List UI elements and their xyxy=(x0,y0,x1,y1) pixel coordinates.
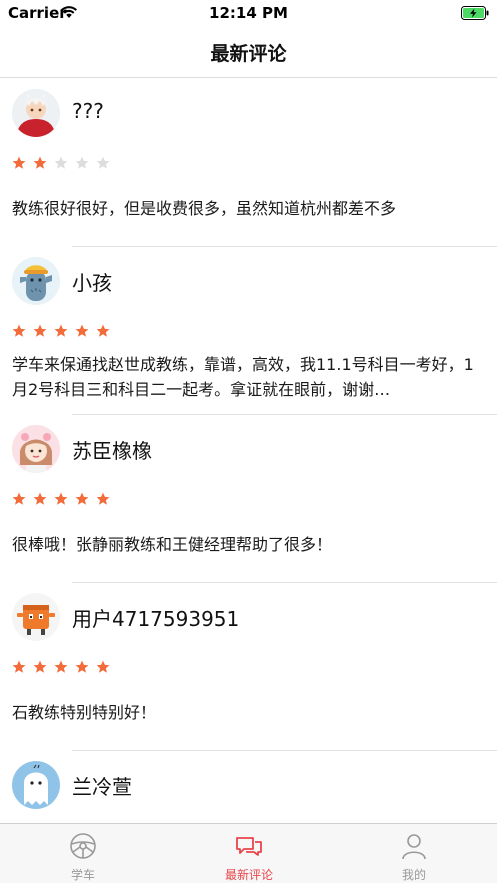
star-filled-icon xyxy=(12,155,26,169)
review-username[interactable]: 小孩 xyxy=(72,267,112,296)
review-item[interactable]: 兰冷萱 xyxy=(0,751,497,823)
review-comment: 学车来保通找赵世成教练，靠谱，高效，我11.1号科目一考好，1月2号科目三和科目… xyxy=(12,352,487,402)
star-filled-icon xyxy=(12,491,26,505)
red-character-avatar[interactable] xyxy=(12,89,60,137)
star-filled-icon xyxy=(75,491,89,505)
star-rating xyxy=(12,323,117,339)
star-empty-icon xyxy=(75,155,89,169)
star-filled-icon xyxy=(75,659,89,673)
review-comment: 石教练特别特别好！ xyxy=(12,703,157,722)
review-comment: 教练很好很好，但是收费很多，虽然知道杭州都差不多 xyxy=(12,199,397,218)
star-filled-icon xyxy=(33,155,47,169)
review-item[interactable]: ??? 教练很好很好，但是收费很多，虽然知道杭州都差不多 xyxy=(0,79,497,247)
review-item[interactable]: 小孩 学车来保通找赵世成教练，靠谱，高效，我11.1号科目一考好，1月2号科目三… xyxy=(0,247,497,415)
review-item[interactable]: 苏臣橡橡 很棒哦！张静丽教练和王健经理帮助了很多！ xyxy=(0,415,497,583)
review-comment: 很棒哦！张静丽教练和王健经理帮助了很多！ xyxy=(12,535,333,554)
review-comment-text: 学车来保通找赵世成教练，靠谱，高效，我11.1号科目一考好，1月2号科目三和科目… xyxy=(12,355,474,399)
review-username[interactable]: 用户4717593951 xyxy=(72,603,239,632)
navigation-bar: 最新评论 xyxy=(0,26,497,78)
review-item[interactable]: 用户4717593951 石教练特别特别好！ xyxy=(0,583,497,751)
review-username[interactable]: 苏臣橡橡 xyxy=(72,435,152,464)
review-username[interactable]: ??? xyxy=(72,99,104,123)
tab-label: 学车 xyxy=(70,868,95,882)
star-filled-icon xyxy=(96,323,110,337)
tab-label: 我的 xyxy=(401,868,426,882)
ghost-avatar[interactable] xyxy=(12,761,60,809)
star-filled-icon xyxy=(96,491,110,505)
star-rating xyxy=(12,659,117,675)
tab-learn-driving[interactable]: 学车 xyxy=(0,824,166,883)
star-filled-icon xyxy=(75,323,89,337)
star-filled-icon xyxy=(54,323,68,337)
steering-wheel-icon xyxy=(69,832,97,860)
star-rating xyxy=(12,491,117,507)
star-filled-icon xyxy=(12,323,26,337)
star-filled-icon xyxy=(33,491,47,505)
star-filled-icon xyxy=(12,659,26,673)
battery-charging-icon xyxy=(461,5,489,24)
cactus-character-avatar[interactable] xyxy=(12,257,60,305)
tab-latest-reviews[interactable]: 最新评论 xyxy=(166,824,332,883)
star-filled-icon xyxy=(54,659,68,673)
girl-avatar[interactable] xyxy=(12,425,60,473)
person-icon xyxy=(400,832,428,860)
tab-mine[interactable]: 我的 xyxy=(331,824,497,883)
page-title: 最新评论 xyxy=(210,43,287,65)
star-filled-icon xyxy=(54,491,68,505)
star-filled-icon xyxy=(96,659,110,673)
review-username[interactable]: 兰冷萱 xyxy=(72,771,132,800)
star-empty-icon xyxy=(54,155,68,169)
star-rating xyxy=(12,155,117,171)
tab-label: 最新评论 xyxy=(224,868,273,882)
review-list[interactable]: ??? 教练很好很好，但是收费很多，虽然知道杭州都差不多 小孩 学车来保通找赵世… xyxy=(0,79,497,823)
clock: 12:14 PM xyxy=(209,4,288,22)
tab-bar: 学车 最新评论 我的 xyxy=(0,823,497,883)
orange-box-avatar[interactable] xyxy=(12,593,60,641)
star-filled-icon xyxy=(33,323,47,337)
star-filled-icon xyxy=(33,659,47,673)
star-empty-icon xyxy=(96,155,110,169)
chat-bubbles-icon xyxy=(235,832,263,860)
status-bar: Carrier 12:14 PM xyxy=(0,0,497,26)
